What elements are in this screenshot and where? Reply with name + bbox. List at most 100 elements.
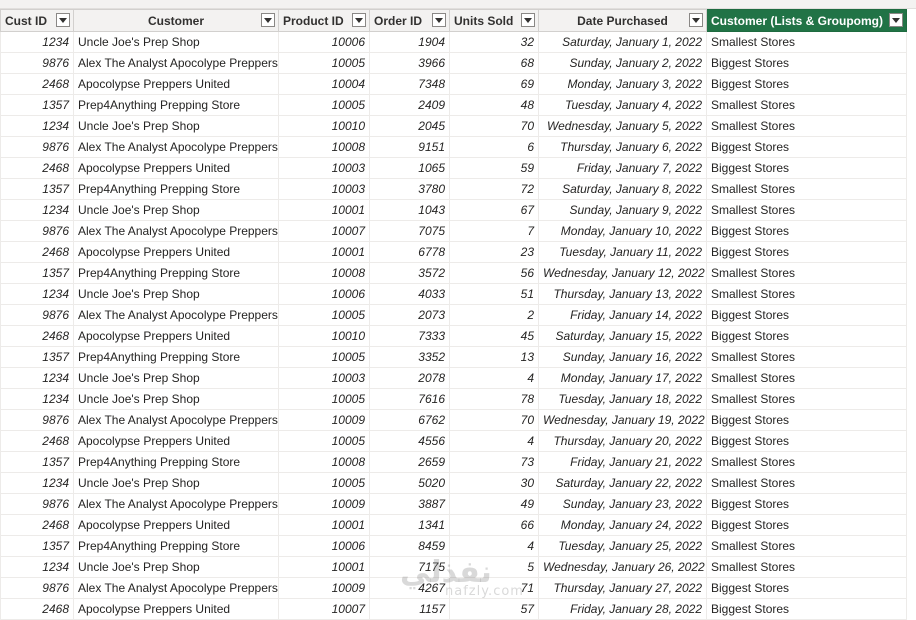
cell-cust-id[interactable]: 9876 — [0, 52, 74, 74]
table-row[interactable]: 9876 Alex The Analyst Apocolype Preppers 1… — [0, 136, 907, 158]
cell-date-purchased[interactable]: Wednesday, January 5, 2022 — [538, 115, 707, 137]
column-header-order-id[interactable]: Order ID — [369, 9, 450, 32]
cell-product-id[interactable]: 10008 — [278, 451, 370, 473]
cell-cust-id[interactable]: 1234 — [0, 115, 74, 137]
cell-customer[interactable]: Prep4Anything Prepping Store — [73, 94, 279, 116]
table-row[interactable]: 9876 Alex The Analyst Apocolype Preppers 1… — [0, 409, 907, 431]
cell-customer-group[interactable]: Biggest Stores — [706, 73, 907, 95]
cell-customer[interactable]: Alex The Analyst Apocolype Preppers — [73, 136, 279, 158]
cell-cust-id[interactable]: 1357 — [0, 451, 74, 473]
table-row[interactable]: 1234 Uncle Joe's Prep Shop 10003 2078 4 Monda… — [0, 367, 907, 389]
table-row[interactable]: 1234 Uncle Joe's Prep Shop 10006 4033 51 Thur… — [0, 283, 907, 305]
table-row[interactable]: 1234 Uncle Joe's Prep Shop 10010 2045 70 Wedn… — [0, 115, 907, 137]
cell-customer[interactable]: Uncle Joe's Prep Shop — [73, 115, 279, 137]
cell-date-purchased[interactable]: Monday, January 17, 2022 — [538, 367, 707, 389]
table-row[interactable]: 2468 Apocolypse Preppers United 10003 1065 5… — [0, 157, 907, 179]
cell-date-purchased[interactable]: Thursday, January 27, 2022 — [538, 577, 707, 599]
cell-customer[interactable]: Apocolypse Preppers United — [73, 430, 279, 452]
cell-cust-id[interactable]: 1234 — [0, 31, 74, 53]
table-row[interactable]: 1234 Uncle Joe's Prep Shop 10005 7616 78 Tues… — [0, 388, 907, 410]
cell-cust-id[interactable]: 1357 — [0, 535, 74, 557]
cell-cust-id[interactable]: 1357 — [0, 94, 74, 116]
cell-order-id[interactable]: 8459 — [369, 535, 450, 557]
column-header-date-purchased[interactable]: Date Purchased — [538, 9, 707, 32]
cell-date-purchased[interactable]: Friday, January 14, 2022 — [538, 304, 707, 326]
cell-cust-id[interactable]: 9876 — [0, 493, 74, 515]
cell-units-sold[interactable]: 72 — [449, 178, 539, 200]
cell-cust-id[interactable]: 9876 — [0, 409, 74, 431]
cell-date-purchased[interactable]: Thursday, January 13, 2022 — [538, 283, 707, 305]
cell-customer[interactable]: Alex The Analyst Apocolype Preppers — [73, 409, 279, 431]
cell-order-id[interactable]: 4033 — [369, 283, 450, 305]
cell-units-sold[interactable]: 13 — [449, 346, 539, 368]
cell-customer[interactable]: Uncle Joe's Prep Shop — [73, 472, 279, 494]
column-header-cust-id[interactable]: Cust ID — [0, 9, 74, 32]
cell-units-sold[interactable]: 71 — [449, 577, 539, 599]
cell-cust-id[interactable]: 1234 — [0, 283, 74, 305]
table-row[interactable]: 2468 Apocolypse Preppers United 10007 1157 5… — [0, 598, 907, 620]
cell-date-purchased[interactable]: Sunday, January 23, 2022 — [538, 493, 707, 515]
cell-customer[interactable]: Apocolypse Preppers United — [73, 514, 279, 536]
cell-date-purchased[interactable]: Wednesday, January 26, 2022 — [538, 556, 707, 578]
cell-cust-id[interactable]: 1234 — [0, 367, 74, 389]
cell-order-id[interactable]: 2073 — [369, 304, 450, 326]
cell-product-id[interactable]: 10001 — [278, 556, 370, 578]
cell-product-id[interactable]: 10005 — [278, 472, 370, 494]
cell-order-id[interactable]: 7075 — [369, 220, 450, 242]
table-row[interactable]: 1234 Uncle Joe's Prep Shop 10001 7175 5 Wedne… — [0, 556, 907, 578]
cell-customer-group[interactable]: Smallest Stores — [706, 178, 907, 200]
cell-units-sold[interactable]: 78 — [449, 388, 539, 410]
cell-customer-group[interactable]: Smallest Stores — [706, 535, 907, 557]
filter-dropdown-icon[interactable] — [889, 13, 903, 27]
cell-order-id[interactable]: 9151 — [369, 136, 450, 158]
cell-cust-id[interactable]: 2468 — [0, 514, 74, 536]
cell-units-sold[interactable]: 56 — [449, 262, 539, 284]
cell-customer[interactable]: Apocolypse Preppers United — [73, 157, 279, 179]
table-row[interactable]: 1357 Prep4Anything Prepping Store 10005 240… — [0, 94, 907, 116]
cell-customer[interactable]: Apocolypse Preppers United — [73, 241, 279, 263]
cell-customer[interactable]: Alex The Analyst Apocolype Preppers — [73, 577, 279, 599]
cell-cust-id[interactable]: 2468 — [0, 73, 74, 95]
cell-customer[interactable]: Apocolypse Preppers United — [73, 598, 279, 620]
cell-product-id[interactable]: 10010 — [278, 325, 370, 347]
cell-product-id[interactable]: 10007 — [278, 220, 370, 242]
cell-product-id[interactable]: 10005 — [278, 52, 370, 74]
cell-cust-id[interactable]: 1234 — [0, 388, 74, 410]
cell-cust-id[interactable]: 1234 — [0, 199, 74, 221]
cell-order-id[interactable]: 1043 — [369, 199, 450, 221]
cell-order-id[interactable]: 6778 — [369, 241, 450, 263]
filter-dropdown-icon[interactable] — [261, 13, 275, 27]
cell-units-sold[interactable]: 70 — [449, 409, 539, 431]
cell-units-sold[interactable]: 67 — [449, 199, 539, 221]
cell-product-id[interactable]: 10001 — [278, 514, 370, 536]
cell-units-sold[interactable]: 7 — [449, 220, 539, 242]
cell-customer-group[interactable]: Biggest Stores — [706, 493, 907, 515]
cell-units-sold[interactable]: 68 — [449, 52, 539, 74]
cell-customer-group[interactable]: Smallest Stores — [706, 94, 907, 116]
cell-product-id[interactable]: 10007 — [278, 598, 370, 620]
cell-cust-id[interactable]: 1357 — [0, 178, 74, 200]
table-row[interactable]: 1234 Uncle Joe's Prep Shop 10005 5020 30 Satu… — [0, 472, 907, 494]
cell-units-sold[interactable]: 66 — [449, 514, 539, 536]
cell-cust-id[interactable]: 1357 — [0, 346, 74, 368]
cell-order-id[interactable]: 7616 — [369, 388, 450, 410]
cell-date-purchased[interactable]: Saturday, January 22, 2022 — [538, 472, 707, 494]
cell-date-purchased[interactable]: Saturday, January 8, 2022 — [538, 178, 707, 200]
cell-units-sold[interactable]: 4 — [449, 535, 539, 557]
cell-customer[interactable]: Prep4Anything Prepping Store — [73, 451, 279, 473]
cell-order-id[interactable]: 4267 — [369, 577, 450, 599]
cell-units-sold[interactable]: 32 — [449, 31, 539, 53]
cell-product-id[interactable]: 10005 — [278, 94, 370, 116]
cell-product-id[interactable]: 10005 — [278, 304, 370, 326]
table-row[interactable]: 2468 Apocolypse Preppers United 10001 6778 2… — [0, 241, 907, 263]
cell-date-purchased[interactable]: Sunday, January 9, 2022 — [538, 199, 707, 221]
cell-order-id[interactable]: 2409 — [369, 94, 450, 116]
cell-customer-group[interactable]: Smallest Stores — [706, 451, 907, 473]
table-row[interactable]: 2468 Apocolypse Preppers United 10010 7333 4… — [0, 325, 907, 347]
cell-units-sold[interactable]: 59 — [449, 157, 539, 179]
cell-product-id[interactable]: 10003 — [278, 178, 370, 200]
cell-order-id[interactable]: 7333 — [369, 325, 450, 347]
cell-customer-group[interactable]: Smallest Stores — [706, 388, 907, 410]
column-header-customer-group[interactable]: Customer (Lists & Groupomg) — [706, 9, 907, 32]
cell-product-id[interactable]: 10005 — [278, 346, 370, 368]
